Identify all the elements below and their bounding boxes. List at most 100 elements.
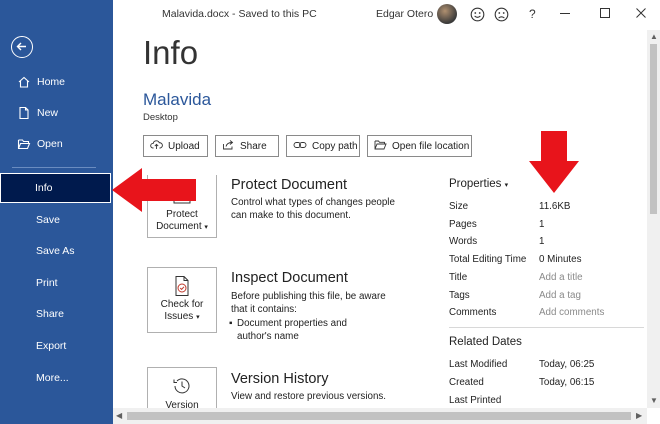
new-document-icon xyxy=(16,105,32,121)
smile-feedback-icon[interactable] xyxy=(470,7,485,24)
sidebar-item-share[interactable]: Share xyxy=(0,299,113,329)
date-label-created: Created xyxy=(449,377,484,388)
prop-value-size: 11.6KB xyxy=(539,201,571,212)
version-card-label: Version xyxy=(165,400,199,408)
inspect-bullet-item: ▪ Document properties and author's name xyxy=(229,318,355,343)
sidebar-item-home[interactable]: Home xyxy=(0,67,113,97)
date-label-last-modified: Last Modified xyxy=(449,359,508,370)
sidebar-item-new[interactable]: New xyxy=(0,98,113,128)
prop-value-tags-field[interactable]: Add a tag xyxy=(539,290,581,301)
help-icon[interactable]: ? xyxy=(529,7,536,21)
share-icon xyxy=(222,139,235,153)
upload-button[interactable]: Upload xyxy=(143,135,208,157)
sidebar-divider xyxy=(12,167,96,168)
protect-card-label2: Document xyxy=(156,221,202,232)
open-file-location-button[interactable]: Open file location xyxy=(367,135,472,157)
home-icon xyxy=(16,74,32,90)
sidebar-item-label: Save xyxy=(36,214,60,226)
frown-feedback-icon[interactable] xyxy=(494,7,509,24)
sidebar-item-export[interactable]: Export xyxy=(0,331,113,361)
scroll-up-icon[interactable]: ▲ xyxy=(650,32,658,41)
folder-open-icon xyxy=(16,136,32,152)
document-title: Malavida.docx - Saved to this PC xyxy=(162,8,317,20)
vertical-scroll-thumb[interactable] xyxy=(650,44,657,214)
sidebar-item-label: Open xyxy=(37,138,63,150)
vertical-scrollbar[interactable]: ▲ ▼ xyxy=(647,30,660,408)
horizontal-scrollbar[interactable]: ◀ ▶ xyxy=(113,408,647,424)
scroll-down-icon[interactable]: ▼ xyxy=(650,396,658,405)
back-arrow-icon xyxy=(16,42,26,51)
inspect-card-label: Check for xyxy=(160,299,204,310)
sidebar-item-label: Print xyxy=(36,277,58,289)
share-button[interactable]: Share xyxy=(215,135,279,157)
prop-label-tags: Tags xyxy=(449,290,470,301)
upload-icon xyxy=(150,139,163,153)
version-history-desc: View and restore previous versions. xyxy=(231,391,387,402)
bullet-icon: ▪ xyxy=(229,318,233,329)
chevron-down-icon: ▾ xyxy=(504,182,509,189)
upload-label: Upload xyxy=(168,140,200,152)
prop-label-pages: Pages xyxy=(449,219,477,230)
back-button[interactable] xyxy=(11,36,33,58)
copy-path-button[interactable]: Copy path xyxy=(286,135,360,157)
maximize-icon[interactable] xyxy=(599,7,611,21)
close-icon[interactable] xyxy=(635,7,647,21)
sidebar-item-label: More... xyxy=(36,372,69,384)
document-location: Desktop xyxy=(143,112,178,123)
date-value-last-modified: Today, 06:25 xyxy=(539,359,595,370)
prop-label-size: Size xyxy=(449,201,469,212)
link-icon xyxy=(293,140,307,153)
red-arrow-down-icon xyxy=(529,131,579,193)
date-value-created: Today, 06:15 xyxy=(539,377,595,388)
sidebar-item-label: Share xyxy=(36,308,65,320)
properties-dropdown[interactable]: Properties ▾ xyxy=(449,178,508,190)
sidebar-item-label: Home xyxy=(37,76,66,88)
chevron-down-icon: ▾ xyxy=(196,314,200,321)
version-history-button[interactable]: Version xyxy=(147,367,217,408)
sidebar-item-label: Info xyxy=(35,182,53,194)
share-label: Share xyxy=(240,140,267,152)
user-name[interactable]: Edgar Otero xyxy=(376,8,433,20)
sidebar-item-open[interactable]: Open xyxy=(0,129,113,159)
sidebar-item-label: Export xyxy=(36,340,67,352)
prop-label-title: Title xyxy=(449,272,468,283)
folder-icon xyxy=(374,139,387,153)
properties-divider xyxy=(449,327,644,328)
prop-label-editing-time: Total Editing Time xyxy=(449,254,527,265)
red-arrow-left-icon xyxy=(112,168,196,212)
sidebar-item-print[interactable]: Print xyxy=(0,268,113,298)
prop-value-comments-field[interactable]: Add comments xyxy=(539,307,604,318)
chevron-down-icon: ▾ xyxy=(204,224,208,231)
sidebar-item-label: Save As xyxy=(36,245,75,257)
sidebar-item-save-as[interactable]: Save As xyxy=(0,236,113,266)
version-history-title: Version History xyxy=(231,371,329,387)
prop-label-words: Words xyxy=(449,236,478,247)
title-bar: Malavida.docx - Saved to this PC Edgar O… xyxy=(113,0,660,30)
history-clock-icon xyxy=(171,375,193,397)
sidebar-item-label: New xyxy=(37,107,59,119)
prop-value-title-field[interactable]: Add a title xyxy=(539,272,583,283)
sidebar-item-more[interactable]: More... xyxy=(0,363,113,393)
check-for-issues-button[interactable]: Check for Issues ▾ xyxy=(147,267,217,333)
prop-value-pages: 1 xyxy=(539,219,545,230)
prop-value-words: 1 xyxy=(539,236,545,247)
info-pane: Info Malavida Desktop Upload Share Copy … xyxy=(113,30,647,408)
open-file-location-label: Open file location xyxy=(392,140,470,152)
inspect-document-title: Inspect Document xyxy=(231,270,348,286)
related-dates-header: Related Dates xyxy=(449,336,522,348)
sidebar-item-info[interactable]: Info xyxy=(0,173,111,203)
scroll-left-icon[interactable]: ◀ xyxy=(116,411,122,420)
inspect-card-label2: Issues xyxy=(164,311,194,322)
prop-value-editing-time: 0 Minutes xyxy=(539,254,582,265)
horizontal-scroll-thumb[interactable] xyxy=(127,412,631,420)
backstage-sidebar: Home New Open Info Save Save As Print Sh… xyxy=(0,0,113,424)
document-name: Malavida xyxy=(143,90,212,109)
prop-label-comments: Comments xyxy=(449,307,497,318)
avatar[interactable] xyxy=(437,4,457,24)
minimize-icon[interactable] xyxy=(559,7,571,21)
scroll-right-icon[interactable]: ▶ xyxy=(636,411,642,420)
protect-document-title: Protect Document xyxy=(231,177,348,193)
protect-document-desc: Control what types of changes people can… xyxy=(231,197,395,221)
sidebar-item-save[interactable]: Save xyxy=(0,205,113,235)
inspect-document-desc: Before publishing this file, be aware th… xyxy=(231,291,386,315)
